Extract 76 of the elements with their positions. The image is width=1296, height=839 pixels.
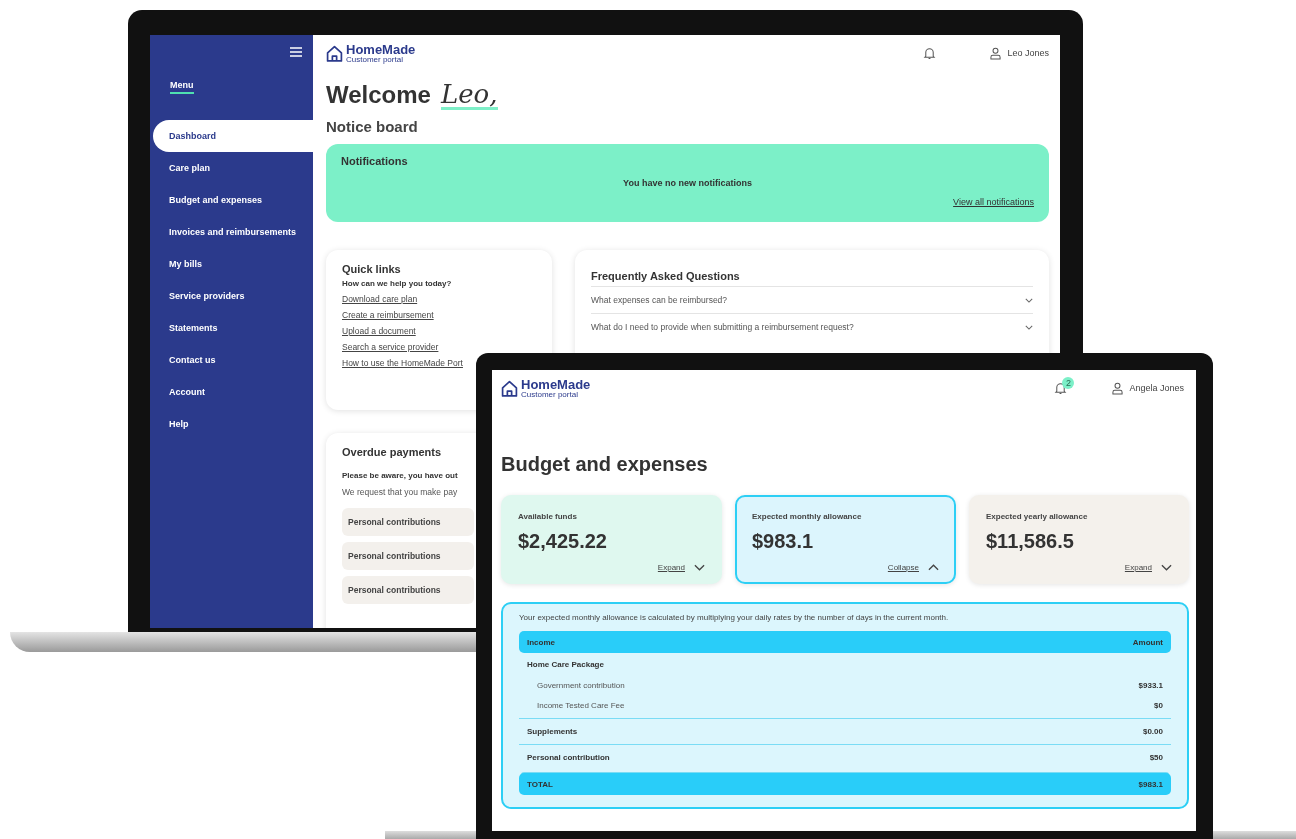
table-cell: Supplements <box>527 727 578 736</box>
chevron-icon[interactable] <box>1025 297 1033 303</box>
user-icon[interactable] <box>990 46 1002 60</box>
table-cell: Personal contribution <box>527 753 610 762</box>
sidebar-item[interactable]: My bills <box>153 248 313 280</box>
notification-badge: 2 <box>1062 376 1075 389</box>
bell-icon[interactable] <box>1054 381 1068 395</box>
welcome-name: Leo, <box>440 81 498 110</box>
overdue-notice: Please be aware, you have out <box>342 471 458 480</box>
table-cell: $983.1 <box>1138 779 1163 789</box>
column-header: Income <box>527 637 555 647</box>
table-cell: Government contribution <box>537 680 625 690</box>
chevron-icon[interactable] <box>928 564 939 571</box>
table-cell: $0.00 <box>1142 727 1163 736</box>
quick-links-subtitle: How can we help you today? <box>342 279 452 288</box>
quick-link[interactable]: Upload a document <box>342 326 416 336</box>
quick-link[interactable]: Search a service provider <box>342 342 439 352</box>
toggle-link[interactable]: Expand <box>1124 563 1152 572</box>
sidebar-item[interactable]: Service providers <box>153 280 313 312</box>
table-cell: TOTAL <box>527 779 553 789</box>
notifications-message: You have no new notifications <box>623 178 752 188</box>
card-label: Available funds <box>518 512 578 521</box>
table-cell: $50 <box>1149 753 1163 762</box>
sidebar-item[interactable]: Budget and expenses <box>153 184 313 216</box>
overdue-request: We request that you make pay <box>342 487 458 497</box>
sidebar-item[interactable]: Care plan <box>153 152 313 184</box>
toggle-link[interactable]: Collapse <box>887 563 919 572</box>
logo-wordmark: HomeMade <box>346 42 416 56</box>
chevron-icon[interactable] <box>1025 324 1033 330</box>
logo-tagline: Customer portal <box>521 390 579 399</box>
logo-tagline: Customer portal <box>346 55 404 64</box>
logo-wordmark: HomeMade <box>521 377 591 391</box>
user-icon[interactable] <box>1112 381 1124 395</box>
sidebar-item[interactable]: Account <box>153 376 313 408</box>
bell-icon[interactable] <box>923 46 937 60</box>
faq-question[interactable]: What expenses can be reimbursed? <box>591 295 728 305</box>
menu-label: Menu <box>170 80 194 94</box>
user-name: Angela Jones <box>1129 383 1184 393</box>
card-amount: $983.1 <box>752 530 815 553</box>
chevron-icon[interactable] <box>694 564 705 571</box>
column-header: Amount <box>1132 637 1163 647</box>
allowance-description: Your expected monthly allowance is calculated by multiplying your daily rates by the number of days in the current month. <box>519 613 950 622</box>
sidebar-item[interactable]: Dashboard <box>153 120 313 152</box>
table-cell: $933.1 <box>1138 680 1163 690</box>
page-title: Budget and expenses <box>501 452 709 477</box>
quick-links-title: Quick links <box>342 263 401 275</box>
sidebar-item[interactable]: Contact us <box>153 344 313 376</box>
notifications-title: Notifications <box>341 155 409 167</box>
menu-icon[interactable] <box>290 47 302 57</box>
card-label: Expected monthly allowance <box>752 512 863 521</box>
welcome-heading: Welcome <box>326 80 431 110</box>
sidebar-item[interactable]: Help <box>153 408 313 440</box>
card-amount: $11,586.5 <box>986 530 1075 553</box>
payment-row[interactable]: Personal contributions <box>342 542 474 570</box>
house-logo-icon <box>501 379 518 397</box>
table-cell: Income Tested Care Fee <box>537 700 625 710</box>
overdue-title: Overdue payments <box>342 446 442 458</box>
house-logo-icon <box>326 44 343 62</box>
toggle-link[interactable]: Expand <box>657 563 685 572</box>
notice-board-heading: Notice board <box>326 117 419 137</box>
chevron-icon[interactable] <box>1161 564 1172 571</box>
faq-question[interactable]: What do I need to provide when submitting a reimbursement request? <box>591 322 854 332</box>
card-amount: $2,425.22 <box>518 530 608 553</box>
table-cell: $0 <box>1154 700 1163 710</box>
faq-title: Frequently Asked Questions <box>591 270 741 282</box>
quick-link[interactable]: Download care plan <box>342 294 418 304</box>
view-all-link[interactable]: View all notifications <box>953 197 1034 207</box>
card-label: Expected yearly allowance <box>986 512 1089 521</box>
sidebar-item[interactable]: Invoices and reimbursements <box>153 216 313 248</box>
sidebar-item[interactable]: Statements <box>153 312 313 344</box>
user-name: Leo Jones <box>1007 48 1049 58</box>
quick-link[interactable]: How to use the HomeMade Port <box>342 358 463 368</box>
payment-row[interactable]: Personal contributions <box>342 576 474 604</box>
table-cell: Home Care Package <box>527 659 604 669</box>
payment-row[interactable]: Personal contributions <box>342 508 474 536</box>
quick-link[interactable]: Create a reimbursement <box>342 310 434 320</box>
